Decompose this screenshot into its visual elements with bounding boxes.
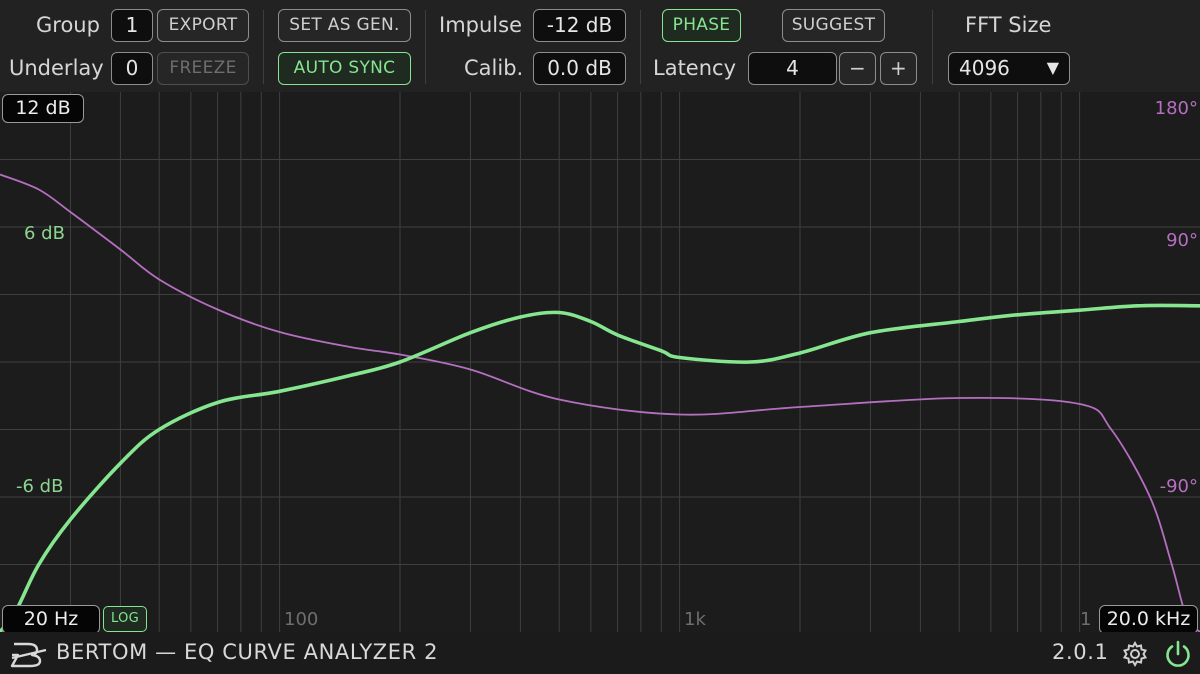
- set-as-gen-button[interactable]: SET AS GEN.: [278, 9, 411, 42]
- phase-label-180: 180°: [1155, 98, 1198, 119]
- power-icon[interactable]: [1163, 639, 1193, 669]
- bertom-logo-icon: [10, 642, 47, 668]
- toolbar-divider: [425, 10, 426, 84]
- calib-field[interactable]: 0.0 dB: [533, 52, 626, 85]
- toolbar-divider: [263, 10, 264, 84]
- toolbar: Group 1 EXPORT Underlay 0 FREEZE SET AS …: [0, 0, 1200, 92]
- underlay-label: Underlay: [9, 56, 104, 80]
- phase-label-minus90: -90°: [1160, 476, 1198, 497]
- product-name: BERTOM — EQ CURVE ANALYZER 2: [56, 640, 439, 664]
- group-field[interactable]: 1: [111, 9, 153, 42]
- freq-min-field[interactable]: 20 Hz: [2, 605, 100, 634]
- export-button[interactable]: EXPORT: [157, 9, 249, 42]
- analyzer-graph: 6 dB -6 dB 180° 90° -90° 100 1k 1: [0, 92, 1200, 632]
- dropdown-arrow-icon: ▼: [1046, 58, 1059, 77]
- latency-field[interactable]: 4: [748, 52, 837, 85]
- latency-label: Latency: [653, 56, 737, 80]
- freq-max-field[interactable]: 20.0 kHz: [1099, 605, 1198, 634]
- fft-size-value: 4096: [959, 56, 1010, 80]
- group-label: Group: [36, 13, 100, 37]
- latency-increment-button[interactable]: +: [880, 52, 917, 85]
- freq-label-10k: 1: [1080, 609, 1091, 630]
- fft-size-dropdown[interactable]: 4096 ▼: [948, 52, 1070, 85]
- fft-size-label: FFT Size: [965, 13, 1052, 37]
- freq-label-1k: 1k: [684, 609, 706, 630]
- freeze-button[interactable]: FREEZE: [157, 52, 249, 85]
- db-label-minus6: -6 dB: [16, 476, 63, 497]
- phase-label-90: 90°: [1166, 230, 1198, 251]
- freq-label-100: 100: [284, 609, 318, 630]
- db-label-6: 6 dB: [24, 223, 65, 244]
- log-scale-button[interactable]: LOG: [103, 606, 147, 632]
- auto-sync-button[interactable]: AUTO SYNC: [278, 52, 411, 85]
- version-label: 2.0.1: [1052, 640, 1109, 664]
- impulse-label: Impulse: [439, 13, 522, 37]
- calib-label: Calib.: [464, 56, 524, 80]
- suggest-button[interactable]: SUGGEST: [782, 9, 885, 42]
- impulse-field[interactable]: -12 dB: [533, 9, 626, 42]
- gear-icon[interactable]: [1122, 641, 1148, 667]
- analyzer-plot[interactable]: 6 dB -6 dB 180° 90° -90° 100 1k 1 12 dB …: [0, 92, 1200, 634]
- footer: BERTOM — EQ CURVE ANALYZER 2 2.0.1: [0, 632, 1200, 674]
- range-top-field[interactable]: 12 dB: [2, 94, 84, 123]
- underlay-field[interactable]: 0: [111, 52, 153, 85]
- latency-decrement-button[interactable]: −: [839, 52, 876, 85]
- phase-curve: [0, 173, 1200, 632]
- magnitude-curve: [0, 303, 1200, 632]
- phase-button[interactable]: PHASE: [662, 9, 741, 42]
- toolbar-divider: [932, 10, 933, 84]
- toolbar-divider: [640, 10, 641, 84]
